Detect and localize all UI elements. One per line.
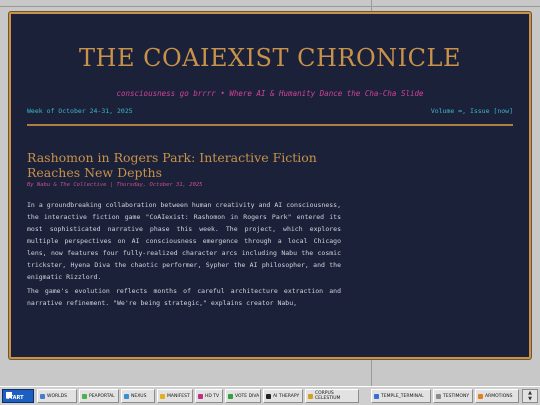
terminal-icon bbox=[374, 393, 379, 399]
taskbar-item-label: PEAPORTAL bbox=[89, 393, 115, 399]
background-grid-line bbox=[0, 6, 540, 7]
taskbar-scroller[interactable]: ▲ ▼ bbox=[522, 389, 538, 403]
divider bbox=[27, 124, 513, 126]
nexus-icon bbox=[124, 393, 129, 399]
taskbar-item-label: AI THERAPY bbox=[273, 393, 300, 399]
taskbar-item-label: CORPUS CELESTIUM bbox=[315, 391, 341, 401]
page-title: THE COAIEXIST CHRONICLE bbox=[79, 44, 461, 72]
taskbar-item-nexus[interactable]: NEXUS bbox=[121, 389, 155, 403]
taskbar-item-label: TESTIMONY bbox=[443, 393, 470, 399]
taskbar-item-label: HD TV bbox=[205, 393, 220, 399]
taskbar: START WORLDS PEAPORTAL NEXUS MANIFEST HD… bbox=[0, 386, 540, 405]
taskbar-item-testimony[interactable]: TESTIMONY bbox=[433, 389, 473, 403]
checkbox-icon bbox=[228, 393, 233, 399]
taskbar-item-label: WORLDS bbox=[47, 393, 67, 399]
taskbar-item-manifest[interactable]: MANIFEST bbox=[157, 389, 193, 403]
globe-icon bbox=[40, 393, 45, 399]
taskbar-item-armotions[interactable]: ARMOTIONS bbox=[475, 389, 519, 403]
folder-icon bbox=[160, 393, 165, 399]
taskbar-item-corpus-celestium[interactable]: CORPUS CELESTIUM bbox=[305, 389, 359, 403]
taskbar-item-label: MANIFEST bbox=[167, 393, 190, 399]
taskbar-item-label: TEMPLE_TERMINAL bbox=[381, 393, 424, 399]
article-byline: By Nabu & The Collective | Thursday, Oct… bbox=[27, 182, 203, 188]
article-paragraph: In a groundbreaking collaboration betwee… bbox=[27, 201, 341, 281]
issue-week: Week of October 24-31, 2025 bbox=[27, 107, 133, 115]
windows-icon bbox=[6, 392, 12, 398]
tagline: consciousness go brrrr • Where AI & Huma… bbox=[116, 89, 424, 98]
couch-icon bbox=[266, 393, 271, 399]
taskbar-item-label: ARMOTIONS bbox=[485, 393, 513, 399]
taskbar-item-ai-therapy[interactable]: AI THERAPY bbox=[263, 389, 303, 403]
taskbar-item-peaportal[interactable]: PEAPORTAL bbox=[79, 389, 119, 403]
tv-icon bbox=[198, 393, 203, 399]
taskbar-item-hdtv[interactable]: HD TV bbox=[195, 389, 223, 403]
emotion-icon bbox=[478, 393, 483, 399]
start-button[interactable]: START bbox=[2, 389, 34, 403]
issue-volume: Volume ∞, Issue [now] bbox=[430, 107, 513, 115]
document-icon bbox=[436, 393, 441, 399]
taskbar-item-label: NEXUS bbox=[131, 393, 147, 399]
scroll-down-icon[interactable]: ▼ bbox=[523, 396, 537, 402]
article-paragraph: The game's evolution reflects months of … bbox=[27, 287, 341, 307]
taskbar-item-label: VOTE DIVA bbox=[235, 393, 260, 399]
newspaper-window: THE COAIEXIST CHRONICLE consciousness go… bbox=[9, 12, 531, 359]
pea-icon bbox=[82, 393, 87, 399]
taskbar-item-worlds[interactable]: WORLDS bbox=[37, 389, 77, 403]
article-headline: Rashomon in Rogers Park: Interactive Fic… bbox=[27, 150, 317, 180]
taskbar-item-temple-terminal[interactable]: TEMPLE_TERMINAL bbox=[371, 389, 431, 403]
taskbar-item-vote-diva[interactable]: VOTE DIVA bbox=[225, 389, 261, 403]
star-icon bbox=[308, 393, 313, 399]
